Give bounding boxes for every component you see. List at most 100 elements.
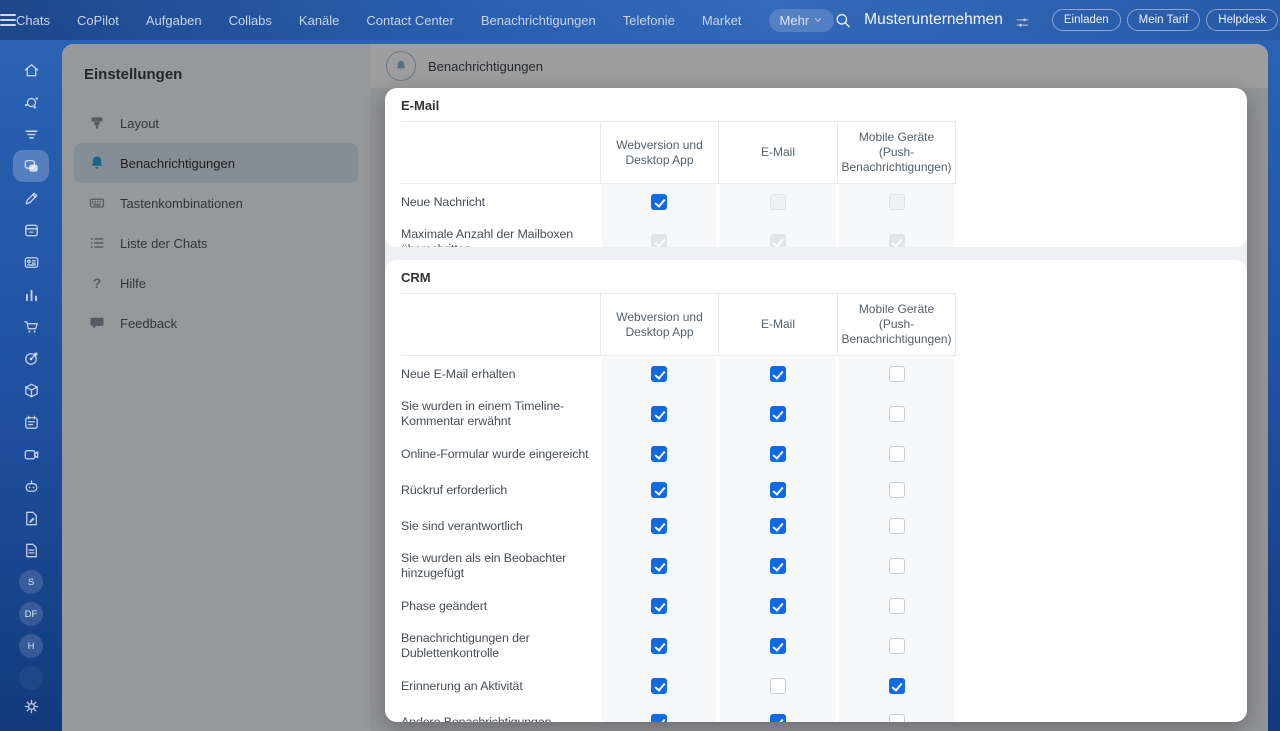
row-label: Benachrichtigungen der Dublettenkontroll… [401,631,530,660]
nav-item-copilot[interactable]: CoPilot [77,13,119,28]
checkbox-cell [600,624,718,668]
video-icon [22,445,41,464]
rail-item-drive[interactable] [13,214,49,246]
rail-item-video[interactable] [13,438,49,470]
checkbox[interactable] [769,446,786,462]
nav-item-collabs[interactable]: Collabs [229,13,272,28]
column-header: E-Mail [718,121,837,184]
checkbox [769,234,786,247]
rail-item-chats[interactable] [13,150,49,182]
checkbox [769,194,786,210]
rail-avatar-1[interactable]: DF [19,602,43,626]
checkbox[interactable] [651,518,667,534]
checkbox[interactable] [769,638,786,654]
checkbox[interactable] [651,714,667,722]
checkbox[interactable] [888,482,905,498]
nav-item-benachrichtigungen[interactable]: Benachrichtigungen [481,13,596,28]
rail-avatar-3[interactable] [19,666,43,690]
section-title: E-Mail [401,98,440,113]
section-e-mail: E-Mail Webversion und Desktop App E-Mail M… [385,88,1247,247]
checkbox[interactable] [888,714,905,722]
rail-avatar-0[interactable]: S [19,570,43,594]
pill-mein-tarif[interactable]: Mein Tarif [1126,9,1201,31]
checkbox[interactable] [888,518,905,534]
rail-item-target[interactable] [13,342,49,374]
checkbox-cell [600,356,718,392]
rail-item-home[interactable] [13,54,49,86]
nav-item-telefonie[interactable]: Telefonie [623,13,675,28]
checkbox[interactable] [651,446,667,462]
checkbox-cell [837,508,956,544]
checkbox[interactable] [888,446,905,462]
checkbox-cell [837,588,956,624]
checkbox[interactable] [651,194,667,210]
nav-item-contact-center[interactable]: Contact Center [366,13,453,28]
row-label: Sie sind verantwortlich [401,518,523,533]
checkbox[interactable] [888,638,905,654]
search-icon[interactable] [834,11,852,29]
checkbox[interactable] [769,714,786,722]
checkbox[interactable] [769,406,786,422]
checkbox[interactable] [769,366,786,382]
pill-helpdesk[interactable]: Helpdesk [1206,9,1279,31]
rail-item-robot[interactable] [13,470,49,502]
rail-item-planner[interactable] [13,406,49,438]
checkbox-cell [600,508,718,544]
checkbox[interactable] [888,558,905,574]
more-button[interactable]: Mehr [768,8,835,32]
filter-sliders-icon[interactable] [1015,13,1030,28]
row-label: Erinnerung an Aktivität [401,678,523,693]
checkbox[interactable] [769,518,786,534]
sign-icon [22,189,41,208]
checkbox[interactable] [888,406,905,422]
checkbox-cell [837,472,956,508]
cart-icon [22,317,41,336]
rail-item-cart[interactable] [13,310,49,342]
rail-item-contact-card[interactable] [13,246,49,278]
copilot-icon [22,93,41,112]
checkbox[interactable] [651,598,667,614]
checkbox[interactable] [651,558,667,574]
rail-item-document[interactable] [13,534,49,566]
rail-item-sign[interactable] [13,182,49,214]
notification-table: Webversion und Desktop App E-Mail Mobile G… [401,293,956,722]
checkbox[interactable] [769,482,786,498]
nav-item-kanäle[interactable]: Kanäle [299,13,339,28]
notification-table: Webversion und Desktop App E-Mail Mobile G… [401,121,956,247]
checkbox[interactable] [769,558,786,574]
checkbox[interactable] [888,366,905,382]
box-icon [22,381,41,400]
rail-item-doc-edit[interactable] [13,502,49,534]
hamburger-menu-icon[interactable] [0,14,16,26]
company-name[interactable]: Musterunternehmen [864,11,1003,29]
nav-item-chats[interactable]: Chats [16,13,50,28]
rail-avatar-2[interactable]: H [19,634,43,658]
rail-item-box[interactable] [13,374,49,406]
topbar-nav: Chats CoPilot Aufgaben Collabs Kanäle Contact… [16,13,769,28]
checkbox-cell [837,220,956,247]
rail-item-copilot[interactable] [13,86,49,118]
checkbox[interactable] [651,678,667,694]
topbar-pills: Einladen Mein Tarif Helpdesk [1051,9,1279,31]
checkbox-cell [600,704,718,722]
notification-settings-slider: E-Mail Webversion und Desktop App E-Mail M… [385,88,1247,722]
nav-item-market[interactable]: Market [702,13,742,28]
section-crm: CRM Webversion und Desktop App E-Mail Mobi… [385,260,1247,722]
checkbox[interactable] [769,598,786,614]
rail-item-chart[interactable] [13,278,49,310]
chevron-down-icon [813,15,823,25]
rail-settings-gear[interactable] [13,694,49,718]
topbar: Chats CoPilot Aufgaben Collabs Kanäle Contact… [0,0,1280,40]
checkbox[interactable] [651,638,667,654]
checkbox[interactable] [651,366,667,382]
nav-item-aufgaben[interactable]: Aufgaben [146,13,202,28]
checkbox[interactable] [769,678,786,694]
checkbox[interactable] [888,678,905,694]
checkbox[interactable] [888,598,905,614]
column-header: Webversion und Desktop App [600,121,718,184]
checkbox[interactable] [651,482,667,498]
pill-einladen[interactable]: Einladen [1051,9,1121,31]
rail-item-feed[interactable] [13,118,49,150]
checkbox[interactable] [651,406,667,422]
row-label: Rückruf erforderlich [401,482,508,497]
